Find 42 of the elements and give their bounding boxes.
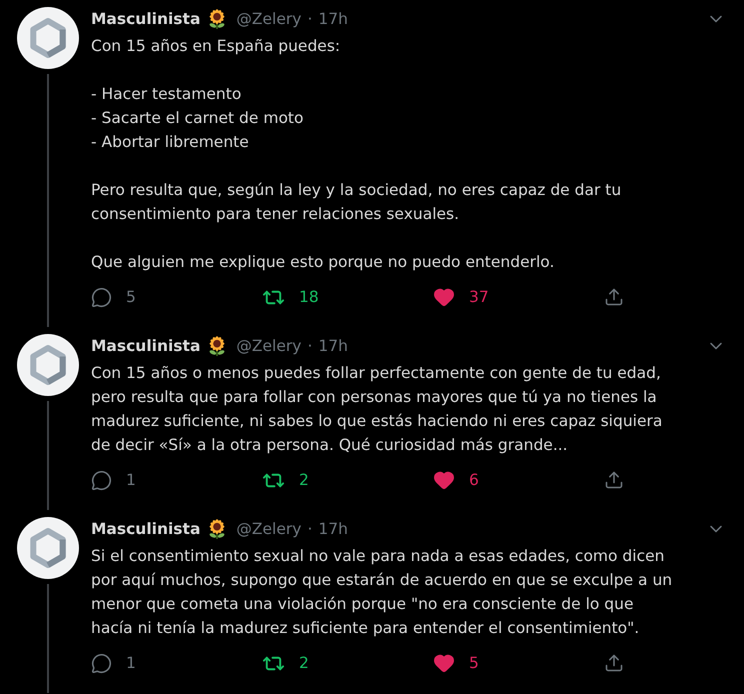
tweet-text: Si el consentimiento sexual no vale para nada a esas edades, como dicen por aquí muchos, supongo que estarán de acuerdo en que se exculpe a un menor que cometa una violación porque "no era consciente de lo que hacía ni tenía la madurez suficiente para entender el consentimiento".	[91, 546, 674, 639]
heart-icon	[433, 286, 455, 308]
heart-icon	[433, 652, 455, 674]
author-handle: @Zelery	[236, 520, 302, 538]
share-icon	[604, 653, 624, 673]
retweet-button[interactable]: 2	[262, 652, 309, 674]
reply-icon	[91, 286, 112, 308]
author-handle: @Zelery	[236, 337, 302, 355]
separator-dot: ·	[307, 337, 312, 355]
author-name: Masculinista	[91, 337, 200, 355]
author-handle: @Zelery	[236, 10, 302, 28]
sunflower-icon	[207, 519, 228, 539]
tweet-time: 17h	[318, 10, 348, 28]
share-icon	[604, 470, 624, 490]
reply-button[interactable]: 1	[91, 652, 136, 674]
author-name: Masculinista	[91, 520, 200, 538]
tweet-time: 17h	[318, 520, 348, 538]
hexagon-avatar-icon[interactable]	[17, 517, 79, 579]
share-button[interactable]	[604, 653, 624, 673]
share-button[interactable]	[604, 470, 624, 490]
like-button[interactable]: 5	[433, 652, 479, 674]
like-button[interactable]: 37	[433, 286, 489, 308]
separator-dot: ·	[307, 520, 312, 538]
separator-dot: ·	[307, 10, 312, 28]
retweet-button[interactable]: 2	[262, 468, 309, 492]
tweet-text: Con 15 años o menos puedes follar perfectamente con gente de tu edad, pero resulta que para follar con personas mayores que tú ya no tienes la madurez suficiente, ni sabes lo que estás haciendo ni eres capaz siquiera de decir «Sí» a la otra persona. Qué curiosidad más grande...	[91, 363, 664, 456]
tweet-text: Con 15 años en España puedes: - Hacer testamento - Sacarte el carnet de moto - Abortar libremente Pero resulta que, según la ley y la sociedad, no eres capaz de dar tu consentimiento para tener relaciones sexuales. Que alguien me explique esto porque no puedo entenderlo.	[91, 36, 622, 273]
author-name: Masculinista	[91, 10, 200, 28]
hexagon-avatar-icon[interactable]	[17, 7, 79, 69]
share-icon	[604, 287, 624, 307]
hexagon-avatar-icon[interactable]	[17, 334, 79, 396]
reply-icon	[91, 470, 112, 490]
reply-icon	[91, 652, 112, 674]
retweet-button[interactable]: 18	[262, 286, 319, 308]
sunflower-icon	[207, 336, 228, 356]
sunflower-icon	[207, 9, 228, 29]
like-button[interactable]: 6	[433, 469, 479, 491]
reply-button[interactable]: 5	[91, 286, 136, 308]
heart-icon	[433, 469, 455, 491]
tweet-time: 17h	[318, 337, 348, 355]
reply-button[interactable]: 1	[91, 470, 136, 490]
share-button[interactable]	[604, 287, 624, 307]
